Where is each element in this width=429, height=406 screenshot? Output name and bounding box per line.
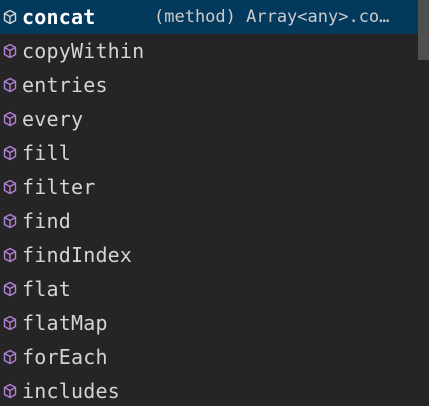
method-cube-icon [3,111,17,127]
suggestion-label: forEach [22,345,108,369]
method-cube-icon [3,179,17,195]
suggestion-label: findIndex [22,243,133,267]
method-cube-icon [3,213,17,229]
suggestion-item-findIndex[interactable]: findIndex [0,238,418,272]
suggestion-item-flat[interactable]: flat [0,272,418,306]
vertical-scrollbar[interactable] [418,0,429,406]
suggestion-label: find [22,209,71,233]
method-cube-icon [3,281,17,297]
method-cube-icon [3,383,17,399]
suggestion-label: includes [22,379,120,403]
suggestion-label: copyWithin [22,39,145,63]
suggestion-item-includes[interactable]: includes [0,374,418,406]
suggestion-list: concat (method) Array<any>.co… copyWithi… [0,0,418,406]
suggestion-item-forEach[interactable]: forEach [0,340,418,374]
suggestion-item-filter[interactable]: filter [0,170,418,204]
suggestion-item-flatMap[interactable]: flatMap [0,306,418,340]
suggestion-label: every [22,107,84,131]
suggestion-item-copyWithin[interactable]: copyWithin [0,34,418,68]
suggestion-label: entries [22,73,108,97]
suggestion-label: flat [22,277,71,301]
suggestion-item-entries[interactable]: entries [0,68,418,102]
method-cube-icon [3,43,17,59]
method-cube-icon [3,247,17,263]
suggestion-label: filter [22,175,96,199]
method-cube-icon [3,145,17,161]
suggestion-label: flatMap [22,311,108,335]
suggestion-item-find[interactable]: find [0,204,418,238]
suggest-widget: concat (method) Array<any>.co… copyWithi… [0,0,429,406]
method-cube-icon [3,77,17,93]
method-cube-icon [3,9,17,25]
method-cube-icon [3,349,17,365]
scrollbar-thumb[interactable] [418,0,429,60]
suggestion-label: concat [22,5,96,29]
suggestion-item-concat[interactable]: concat (method) Array<any>.co… [0,0,418,34]
method-cube-icon [3,315,17,331]
suggestion-item-every[interactable]: every [0,102,418,136]
suggestion-detail: (method) Array<any>.co… [154,7,390,27]
suggestion-label: fill [22,141,71,165]
suggestion-item-fill[interactable]: fill [0,136,418,170]
